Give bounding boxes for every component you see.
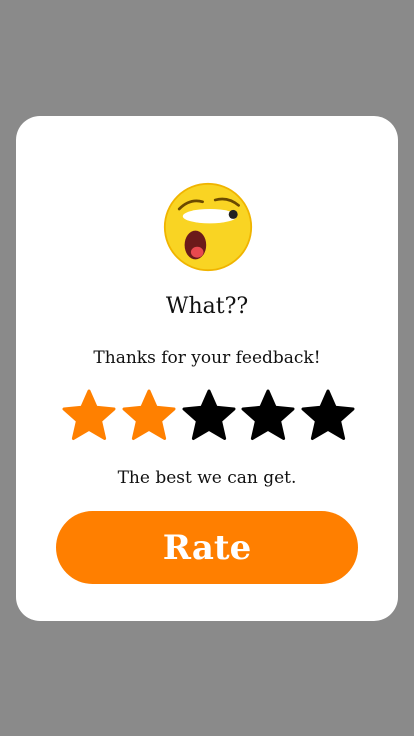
star-icon: [241, 389, 295, 440]
star-4[interactable]: [240, 388, 296, 444]
rating-dialog: What?? Thanks for your feedback! The bes…: [16, 116, 398, 621]
star-icon: [182, 389, 235, 440]
star-5[interactable]: [300, 388, 356, 444]
dialog-title: What??: [165, 294, 249, 319]
star-3[interactable]: [181, 388, 237, 444]
rate-button[interactable]: Rate: [56, 511, 358, 584]
astonished-face-icon: [163, 182, 253, 272]
star-icon: [122, 389, 176, 440]
star-2[interactable]: [121, 388, 177, 444]
star-icon: [301, 389, 355, 440]
star-rating[interactable]: [61, 388, 356, 444]
star-1[interactable]: [61, 388, 117, 444]
modal-backdrop: What?? Thanks for your feedback! The bes…: [0, 0, 414, 736]
feedback-message: Thanks for your feedback!: [93, 348, 321, 368]
rating-description: The best we can get.: [117, 468, 297, 488]
star-icon: [62, 389, 116, 440]
